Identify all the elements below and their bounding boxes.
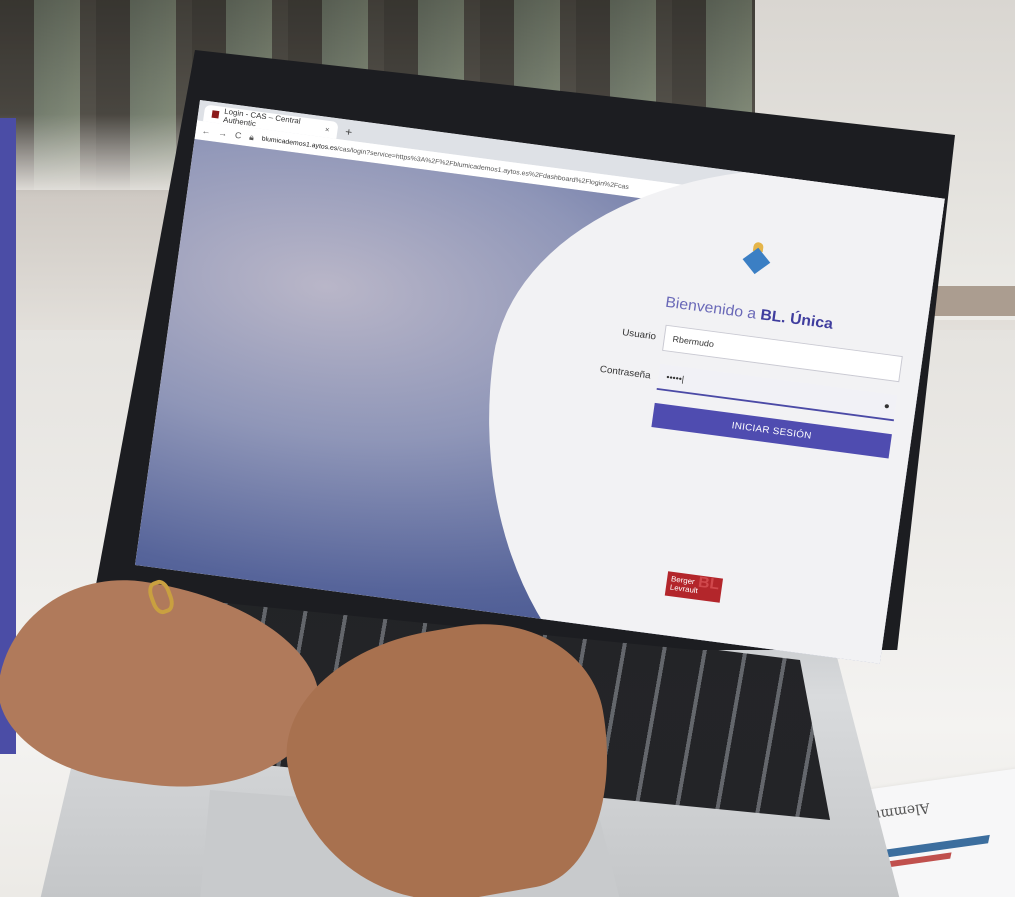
login-form: Bienvenido a BL. Única Usuario Rbermudo …	[575, 222, 916, 459]
username-label: Usuario	[621, 327, 657, 342]
eye-icon[interactable]: ●	[883, 401, 890, 412]
username-value: Rbermudo	[672, 334, 715, 350]
welcome-prefix: Bienvenido a	[664, 294, 762, 323]
password-value: •••••|	[665, 372, 685, 384]
favicon-icon	[211, 110, 220, 119]
new-tab-button[interactable]: +	[344, 123, 353, 141]
back-icon[interactable]: ←	[201, 126, 211, 136]
lock-icon: 🔒︎	[248, 131, 255, 142]
crest-diamond	[742, 247, 771, 275]
photo-scene: Alemmus Login - CAS – Central Authentic …	[0, 0, 1015, 897]
welcome-brand: BL. Única	[759, 307, 834, 333]
reload-icon[interactable]: C	[234, 130, 242, 140]
logo-mark: BL	[697, 574, 721, 594]
password-label: Contraseña	[599, 363, 652, 381]
crest-icon	[740, 240, 774, 276]
close-icon[interactable]: ×	[324, 125, 330, 134]
forward-icon[interactable]: →	[218, 128, 228, 138]
laptop-screen: Login - CAS – Central Authentic × + – □ …	[135, 100, 945, 664]
